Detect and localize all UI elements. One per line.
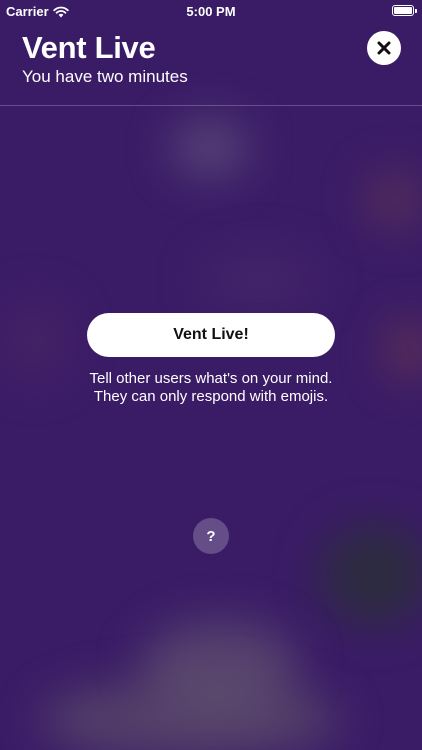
page-title: Vent Live: [22, 30, 156, 65]
background-blur: [0, 300, 70, 380]
vent-live-button[interactable]: Vent Live!: [87, 313, 335, 357]
close-button[interactable]: [367, 31, 401, 65]
background-blur: [170, 118, 250, 178]
background-blur: [200, 250, 320, 310]
vent-description: Tell other users what's on your mind. Th…: [0, 370, 422, 406]
status-time: 5:00 PM: [186, 4, 236, 19]
help-button[interactable]: ?: [193, 518, 229, 554]
background-blur: [140, 620, 300, 710]
page-subtitle: You have two minutes: [22, 67, 188, 86]
battery-icon: [392, 5, 417, 16]
description-line: Tell other users what's on your mind.: [89, 370, 333, 387]
battery-level: [394, 7, 412, 14]
background-blur: [320, 525, 422, 625]
description-line: They can only respond with emojis.: [93, 388, 329, 405]
close-icon: [377, 41, 391, 55]
vent-live-screen: Carrier 5:00 PM Vent Live You have two m…: [0, 0, 422, 750]
header: Vent Live You have two minutes: [0, 22, 422, 106]
status-bar: Carrier 5:00 PM: [0, 0, 422, 22]
background-blur: [365, 170, 422, 230]
background-blur: [40, 680, 340, 750]
